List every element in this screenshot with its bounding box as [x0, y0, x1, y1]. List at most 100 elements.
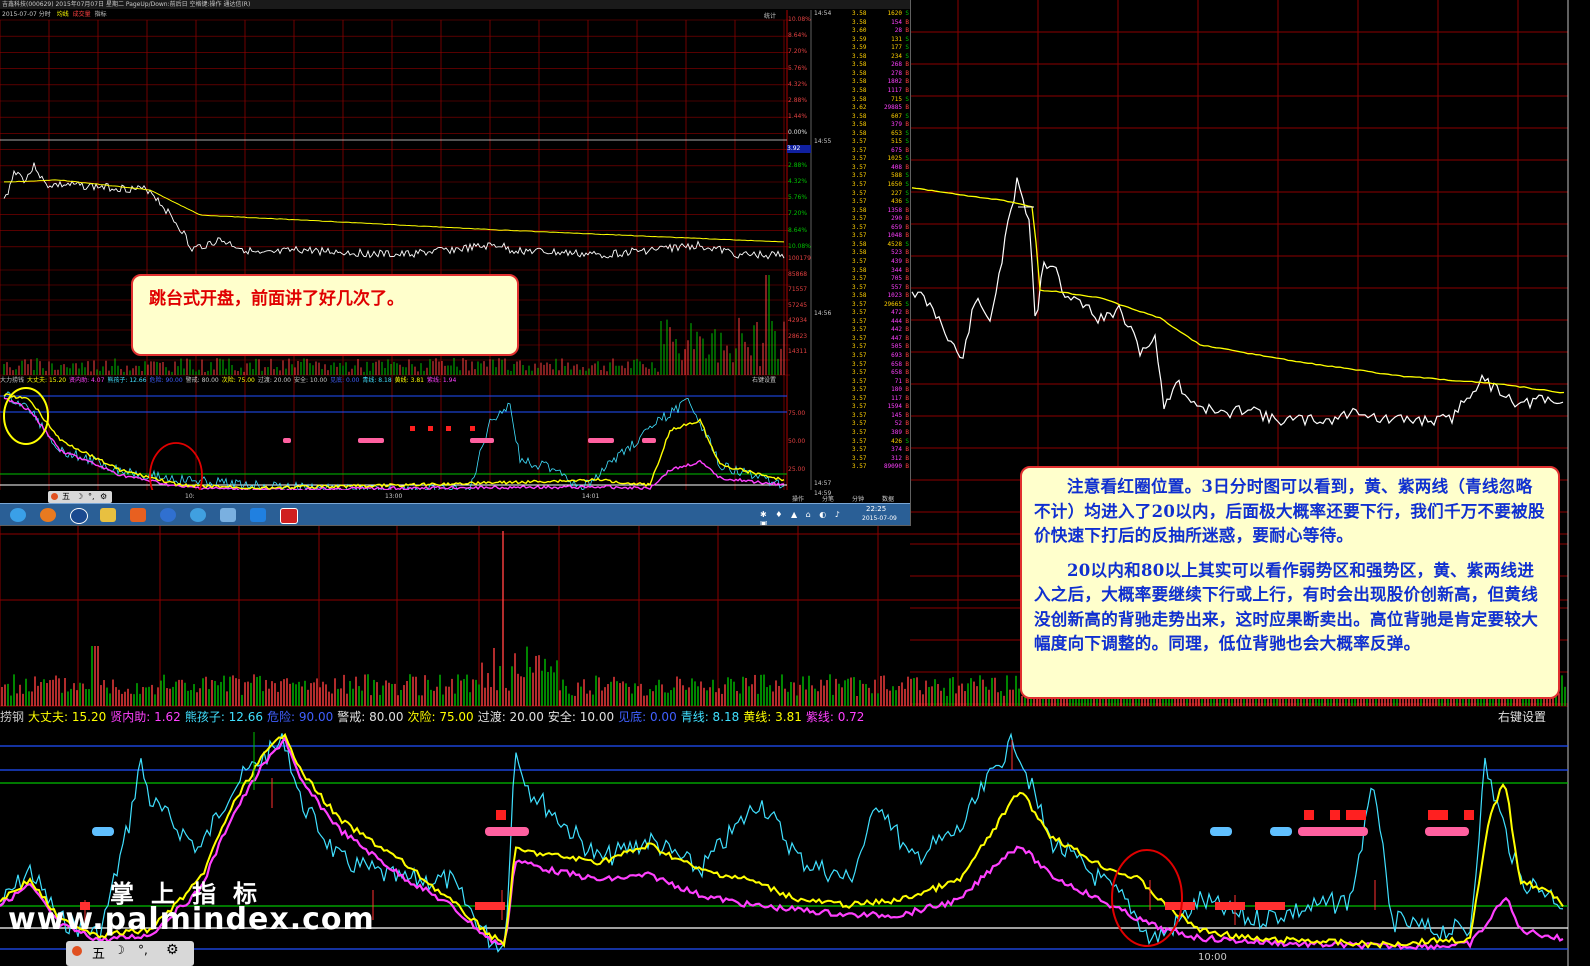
paw-icon[interactable]: [72, 946, 82, 956]
tray-icons[interactable]: ✱ ♦ ▲ ⌂ ◐ ♪ ▣: [760, 510, 850, 525]
inner-signal-marker: [642, 438, 656, 443]
legend-ind: 指标: [94, 11, 107, 18]
tick-row: 3.57 1048 B: [812, 232, 910, 241]
tick-volume: 268: [891, 61, 902, 69]
inner-indicator-6: 次险: 75.00: [221, 377, 255, 384]
tick-row: 3.57 658 B: [812, 361, 910, 370]
current-price-marker: 3.92: [787, 145, 811, 153]
moon-icon[interactable]: ☽: [114, 943, 125, 957]
signal-marker: [92, 827, 114, 836]
inner-mini-toolbar[interactable]: 五 ☽ °, ⚙: [48, 491, 112, 503]
tick-row: 3.57 426 S: [812, 438, 910, 447]
tick-price: 3.57: [852, 454, 867, 462]
browser-icon[interactable]: [130, 508, 146, 522]
folder-icon[interactable]: [100, 508, 116, 522]
b-marker: [1464, 810, 1474, 820]
mini-toolbar[interactable]: 五 ☽ °, ⚙: [66, 941, 194, 966]
tick-row: 3.58 4528 S: [812, 241, 910, 250]
tick-row: 3.57 227 S: [812, 190, 910, 199]
moon-icon[interactable]: ☽: [76, 491, 83, 503]
tick-side: B: [905, 215, 909, 223]
pct-label: 7.20%: [788, 210, 808, 218]
gear-icon[interactable]: ⚙: [100, 491, 107, 503]
bottom-tab: 数据: [882, 496, 895, 503]
vol-label: 100179: [788, 255, 811, 262]
inner-indicator-1: 大丈夫: 15.20: [27, 377, 67, 384]
inner-wubi-label[interactable]: 五: [62, 491, 70, 503]
ie-icon-2[interactable]: [190, 508, 206, 522]
note-paragraph-2: 20以内和80以上其实可以看作弱势区和强势区，黄、紫两线进入之后，大概率要继续下…: [1034, 560, 1538, 654]
tick-volume: 1048: [887, 232, 902, 240]
tick-volume: 71: [894, 377, 902, 385]
tick-side: B: [905, 403, 909, 411]
tick-price: 3.60: [852, 27, 867, 35]
tick-side: B: [905, 266, 909, 274]
tick-volume: 117: [891, 394, 902, 402]
screenshot-stage: 捞钢 大丈夫: 15.20 贤内助: 1.62 熊孩子: 12.66 危险: 90.00…: [0, 0, 1590, 966]
tick-row: 3.57 557 B: [812, 284, 910, 293]
punctuation-icon[interactable]: °,: [88, 491, 95, 503]
tick-volume: 653: [891, 129, 902, 137]
tick-volume: 1620: [887, 10, 902, 17]
stat-button[interactable]: 统计: [764, 11, 776, 20]
indicator-value-12: 紫线: 0.72: [805, 710, 865, 724]
tick-volume: 278: [891, 69, 902, 77]
tick-row: 3.58 278 B: [812, 70, 910, 79]
tick-side: S: [905, 181, 909, 188]
gear-icon[interactable]: ⚙: [166, 942, 179, 958]
inner-indicator-10: 青线: 8.18: [362, 377, 392, 384]
app-icon-2[interactable]: [250, 508, 266, 522]
tick-price: 3.58: [852, 292, 867, 300]
tick-side: B: [905, 343, 909, 351]
tick-price: 3.58: [852, 266, 867, 274]
tick-price: 3.57: [852, 223, 867, 231]
tick-side: B: [905, 121, 909, 129]
ie-icon[interactable]: [10, 508, 26, 522]
stock-app-icon[interactable]: [280, 508, 298, 524]
inner-info-bar: 2015-07-07 分时 均线 成交量 指标: [0, 10, 790, 20]
inner-right-click[interactable]: 右键设置: [752, 376, 776, 386]
inner-indicator-3: 熊孩子: 12.66: [107, 377, 147, 384]
tick-row: 3.57 145 B: [812, 412, 910, 421]
tick-side: B: [905, 163, 909, 171]
app-icon[interactable]: [160, 508, 176, 522]
indicator-value-11: 黄线: 3.81: [743, 710, 802, 724]
inner-chart-canvas: [0, 10, 812, 510]
tick-price: 3.58: [852, 121, 867, 129]
vol-label: 14311: [788, 348, 808, 355]
wubi-label[interactable]: 五: [92, 943, 105, 962]
tick-time: 14:56: [814, 310, 832, 317]
price-line: [911, 177, 1564, 428]
tick-row: 3.57 659 B: [812, 224, 910, 233]
paw-icon[interactable]: [51, 493, 58, 500]
tick-side: B: [905, 386, 909, 394]
legend-avg: 均线: [56, 11, 69, 18]
pct-label: 0.00%: [788, 129, 808, 137]
tick-volume: 693: [891, 352, 902, 359]
inner-b-marker: [470, 426, 475, 431]
right-click-settings[interactable]: 右键设置: [1498, 708, 1546, 726]
tick-side: B: [905, 283, 909, 291]
tick-volume: 523: [891, 249, 902, 257]
tick-price: 3.57: [852, 198, 867, 206]
punctuation-icon[interactable]: °,: [138, 943, 148, 957]
tick-side: B: [905, 104, 909, 112]
cloud-icon[interactable]: [220, 508, 236, 522]
tick-row: 3.58 1358 B: [812, 207, 910, 216]
tick-volume: 1023: [887, 292, 902, 300]
tick-volume: 607: [891, 112, 902, 120]
pct-label: 8.64%: [788, 32, 808, 40]
k-app-icon[interactable]: [70, 508, 88, 524]
tick-side: S: [905, 437, 909, 445]
indicator-value-bar: 捞钢 大丈夫: 15.20 贤内助: 1.62 熊孩子: 12.66 危险: 90.00…: [0, 708, 1568, 726]
inner-indicator-11: 黄线: 3.81: [394, 377, 424, 384]
pct-label: 2.88%: [788, 161, 808, 169]
media-player-icon[interactable]: [40, 508, 56, 522]
tick-row: 3.57 29665 S: [812, 301, 910, 310]
tick-side: S: [905, 300, 909, 308]
tick-side: S: [905, 155, 909, 163]
inner-indicator-8: 安全: 10.00: [293, 377, 328, 384]
tick-row: 3.57 675 B: [812, 147, 910, 156]
tick-volume: 426: [891, 437, 902, 445]
tick-volume: 227: [891, 189, 902, 197]
